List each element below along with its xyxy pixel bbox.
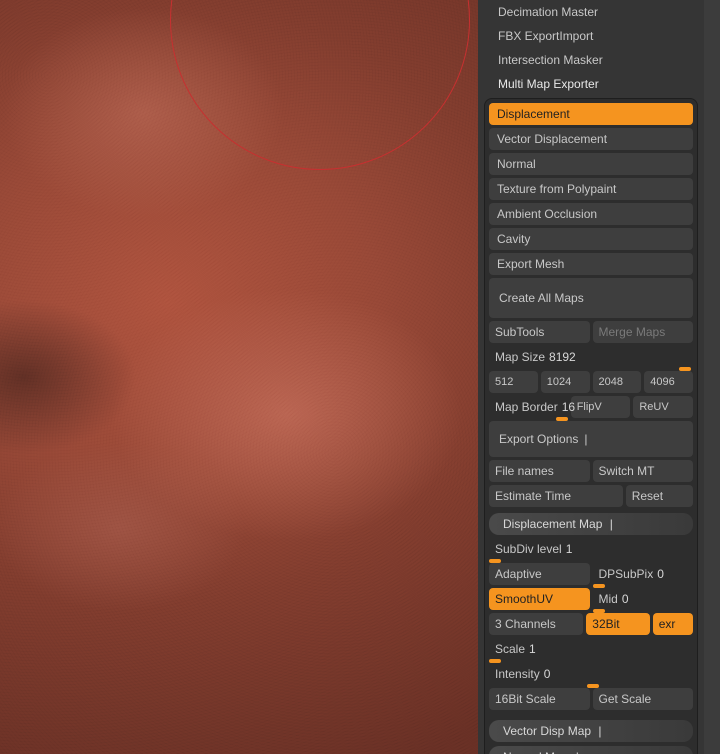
dpsubpix-slider[interactable]: DPSubPix 0 [593,563,694,585]
export-mesh-toggle[interactable]: Export Mesh [489,253,693,275]
scale-value: 1 [529,642,536,656]
mid-value: 0 [622,592,629,606]
map-border-value: 16 [562,400,575,414]
map-size-label: Map Size [495,350,545,364]
plugin-multi-map-exporter[interactable]: Multi Map Exporter [484,72,698,96]
multi-map-exporter-panel: Displacement Vector Displacement Normal … [484,98,698,754]
map-size-slider[interactable]: Map Size 8192 [489,346,693,368]
scale-label: Scale [495,642,525,656]
panel-scrollbar[interactable] [704,0,720,754]
plugin-fbx-exportimport[interactable]: FBX ExportImport [484,24,698,48]
map-texture-polypaint-toggle[interactable]: Texture from Polypaint [489,178,693,200]
dpsubpix-label: DPSubPix [599,567,654,581]
flipv-toggle[interactable]: FlipV [571,396,631,418]
smoothuv-toggle[interactable]: SmoothUV [489,588,590,610]
subdiv-level-value: 1 [566,542,573,556]
scale-slider[interactable]: Scale 1 [489,638,693,660]
brush-cursor-circle [170,0,470,170]
divider-icon: | [598,724,601,738]
32bit-toggle[interactable]: 32Bit [586,613,649,635]
subdiv-level-label: SubDiv level [495,542,562,556]
estimate-time-button[interactable]: Estimate Time [489,485,623,507]
subtools-button[interactable]: SubTools [489,321,590,343]
switch-mt-button[interactable]: Switch MT [593,460,694,482]
map-cavity-toggle[interactable]: Cavity [489,228,693,250]
divider-icon: | [576,750,579,754]
map-displacement-toggle[interactable]: Displacement [489,103,693,125]
map-border-slider[interactable]: Map Border 16 [489,396,568,418]
reset-button[interactable]: Reset [626,485,693,507]
create-all-maps-button[interactable]: Create All Maps [489,278,693,318]
exr-toggle[interactable]: exr [653,613,693,635]
displacement-map-label: Displacement Map [503,517,602,531]
zplugin-panel: Decimation Master FBX ExportImport Inter… [478,0,720,754]
vector-disp-map-header[interactable]: Vector Disp Map | [489,720,693,742]
plugin-intersection-masker[interactable]: Intersection Masker [484,48,698,72]
intensity-slider[interactable]: Intensity 0 [489,663,693,685]
adaptive-toggle[interactable]: Adaptive [489,563,590,585]
mapsize-1024-button[interactable]: 1024 [541,371,590,393]
intensity-label: Intensity [495,667,540,681]
mid-slider[interactable]: Mid 0 [593,588,694,610]
displacement-map-header[interactable]: Displacement Map | [489,513,693,535]
map-border-label: Map Border [495,400,558,414]
3channels-toggle[interactable]: 3 Channels [489,613,583,635]
get-scale-button[interactable]: Get Scale [593,688,694,710]
mapsize-2048-button[interactable]: 2048 [593,371,642,393]
map-normal-toggle[interactable]: Normal [489,153,693,175]
divider-icon: | [610,517,613,531]
plugin-decimation-master[interactable]: Decimation Master [484,0,698,24]
dpsubpix-value: 0 [657,567,664,581]
16bit-scale-button[interactable]: 16Bit Scale [489,688,590,710]
divider-icon: | [584,432,587,446]
intensity-value: 0 [544,667,551,681]
map-vector-displacement-toggle[interactable]: Vector Displacement [489,128,693,150]
mid-label: Mid [599,592,618,606]
normal-map-header[interactable]: Normal Map | [489,746,693,754]
vector-disp-map-label: Vector Disp Map [503,724,591,738]
mapsize-4096-button[interactable]: 4096 [644,371,693,393]
mapsize-512-button[interactable]: 512 [489,371,538,393]
map-ambient-occlusion-toggle[interactable]: Ambient Occlusion [489,203,693,225]
subdiv-level-slider[interactable]: SubDiv level 1 [489,538,693,560]
merge-maps-button[interactable]: Merge Maps [593,321,694,343]
3d-viewport[interactable] [0,0,478,754]
export-options-button[interactable]: Export Options | [489,421,693,457]
map-size-value: 8192 [549,350,576,364]
normal-map-label: Normal Map [503,750,568,754]
export-options-label: Export Options [499,432,578,446]
file-names-button[interactable]: File names [489,460,590,482]
reuv-button[interactable]: ReUV [633,396,693,418]
